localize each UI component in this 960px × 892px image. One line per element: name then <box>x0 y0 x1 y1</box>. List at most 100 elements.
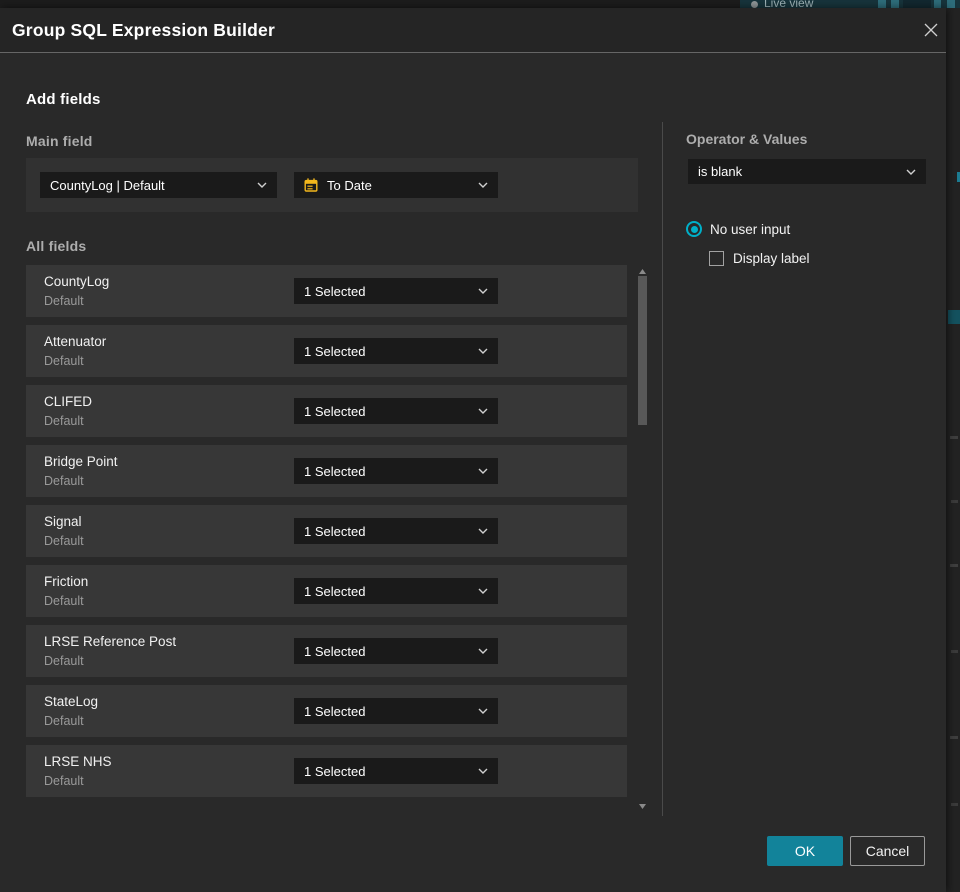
field-row: Attenuator Default 1 Selected <box>26 325 627 377</box>
background-app-right-edge <box>946 8 960 892</box>
main-field-panel: CountyLog | Default To Date <box>26 158 638 212</box>
field-name: Friction <box>44 574 89 589</box>
background-fragment <box>950 736 958 739</box>
field-subtitle: Default <box>44 354 84 368</box>
operator-dropdown-value: is blank <box>698 164 743 179</box>
field-row: LRSE Reference Post Default 1 Selected <box>26 625 627 677</box>
selection-value: 1 Selected <box>304 343 366 359</box>
vertical-divider <box>662 122 663 816</box>
main-field-label: Main field <box>26 133 93 149</box>
toolbar-fragment <box>891 0 899 8</box>
chevron-down-icon <box>478 648 488 654</box>
all-fields-label: All fields <box>26 238 87 254</box>
field-subtitle: Default <box>44 474 84 488</box>
chevron-down-icon <box>478 768 488 774</box>
field-selection-dropdown[interactable]: 1 Selected <box>294 638 498 664</box>
scrollbar-up-arrow[interactable] <box>638 268 647 274</box>
field-subtitle: Default <box>44 654 84 668</box>
operator-values-label: Operator & Values <box>686 131 808 147</box>
selection-value: 1 Selected <box>304 403 366 419</box>
group-sql-expression-builder-dialog: Group SQL Expression Builder Add fields … <box>0 8 946 892</box>
cancel-button[interactable]: Cancel <box>850 836 925 866</box>
radio-selected-icon <box>686 221 702 237</box>
field-name: CountyLog <box>44 274 110 289</box>
add-fields-heading: Add fields <box>26 91 101 108</box>
field-subtitle: Default <box>44 594 84 608</box>
display-label-checkbox[interactable]: Display label <box>709 251 810 266</box>
field-subtitle: Default <box>44 774 84 788</box>
scrollbar-down-arrow[interactable] <box>638 803 647 809</box>
field-selection-dropdown[interactable]: 1 Selected <box>294 338 498 364</box>
toolbar-fragment <box>903 0 931 8</box>
field-row: Friction Default 1 Selected <box>26 565 627 617</box>
selection-value: 1 Selected <box>304 283 366 299</box>
field-selection-dropdown[interactable]: 1 Selected <box>294 758 498 784</box>
toolbar-fragment <box>934 0 941 8</box>
field-selection-dropdown[interactable]: 1 Selected <box>294 458 498 484</box>
field-row: CountyLog Default 1 Selected <box>26 265 627 317</box>
checkbox-unchecked-icon <box>709 251 724 266</box>
toolbar-fragment <box>878 0 886 8</box>
dialog-title: Group SQL Expression Builder <box>12 20 275 40</box>
close-icon <box>924 23 938 37</box>
chevron-down-icon <box>478 288 488 294</box>
field-selection-dropdown[interactable]: 1 Selected <box>294 398 498 424</box>
live-view-button-fragment: Live view <box>740 0 960 8</box>
close-button[interactable] <box>919 18 943 42</box>
triangle-down-icon <box>639 803 646 809</box>
main-field-dropdown[interactable]: CountyLog | Default <box>40 172 277 198</box>
toolbar-fragment <box>947 0 955 8</box>
field-name: StateLog <box>44 694 99 709</box>
scrollbar-thumb[interactable] <box>638 276 647 425</box>
field-row: StateLog Default 1 Selected <box>26 685 627 737</box>
date-dropdown-value: To Date <box>327 177 372 193</box>
field-name: Signal <box>44 514 82 529</box>
triangle-up-icon <box>639 268 646 274</box>
operator-dropdown[interactable]: is blank <box>688 159 926 184</box>
background-fragment <box>951 650 958 653</box>
selection-value: 1 Selected <box>304 703 366 719</box>
field-name: CLIFED <box>44 394 93 409</box>
background-fragment <box>951 500 958 503</box>
chevron-down-icon <box>478 408 488 414</box>
field-selection-dropdown[interactable]: 1 Selected <box>294 278 498 304</box>
ok-button[interactable]: OK <box>767 836 843 866</box>
chevron-down-icon <box>257 182 267 188</box>
calendar-icon <box>304 178 318 192</box>
field-row: Bridge Point Default 1 Selected <box>26 445 627 497</box>
field-selection-dropdown[interactable]: 1 Selected <box>294 518 498 544</box>
field-row: LRSE NHS Default 1 Selected <box>26 745 627 797</box>
selection-value: 1 Selected <box>304 463 366 479</box>
field-row: Signal Default 1 Selected <box>26 505 627 557</box>
background-app-top-edge: Live view <box>0 0 960 8</box>
background-fragment <box>950 436 958 439</box>
field-row: CLIFED Default 1 Selected <box>26 385 627 437</box>
field-subtitle: Default <box>44 534 84 548</box>
chevron-down-icon <box>906 169 916 175</box>
chevron-down-icon <box>478 348 488 354</box>
chevron-down-icon <box>478 708 488 714</box>
no-user-input-label: No user input <box>710 221 791 237</box>
background-fragment <box>951 803 958 806</box>
dialog-header: Group SQL Expression Builder <box>0 8 946 53</box>
field-name: Bridge Point <box>44 454 118 469</box>
chevron-down-icon <box>478 588 488 594</box>
chevron-down-icon <box>478 528 488 534</box>
selection-value: 1 Selected <box>304 523 366 539</box>
background-fragment <box>948 310 960 324</box>
date-field-dropdown[interactable]: To Date <box>294 172 498 198</box>
field-subtitle: Default <box>44 414 84 428</box>
live-view-label: Live view <box>764 0 814 8</box>
field-selection-dropdown[interactable]: 1 Selected <box>294 578 498 604</box>
field-selection-dropdown[interactable]: 1 Selected <box>294 698 498 724</box>
live-view-dot-icon <box>751 1 758 8</box>
chevron-down-icon <box>478 182 488 188</box>
no-user-input-radio[interactable]: No user input <box>686 221 790 237</box>
field-subtitle: Default <box>44 294 84 308</box>
field-name: LRSE Reference Post <box>44 634 177 649</box>
background-fragment <box>950 564 958 567</box>
main-field-dropdown-value: CountyLog | Default <box>50 177 165 193</box>
selection-value: 1 Selected <box>304 583 366 599</box>
field-subtitle: Default <box>44 714 84 728</box>
field-name: LRSE NHS <box>44 754 112 769</box>
